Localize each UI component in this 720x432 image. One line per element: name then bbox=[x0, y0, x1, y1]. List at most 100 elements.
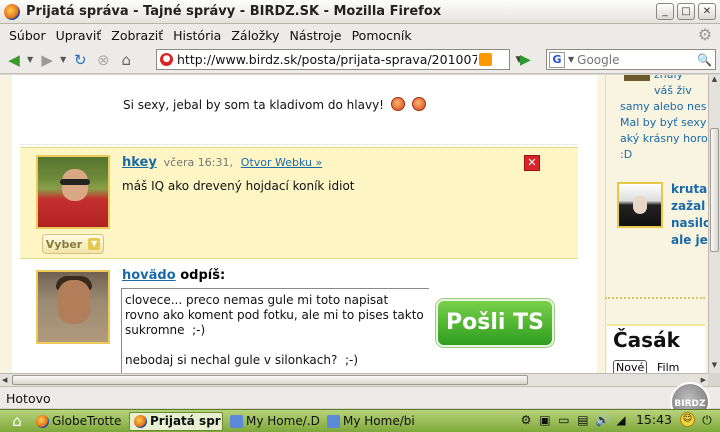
window-controls: _ □ ✕ bbox=[656, 3, 716, 20]
volume-icon[interactable]: 🔊 bbox=[595, 413, 610, 427]
window-title: Prijatá správa - Tajné správy - BIRDZ.SK… bbox=[26, 4, 442, 19]
menu-pomocnik[interactable]: Pomocník bbox=[347, 28, 417, 43]
author-link[interactable]: hovädo bbox=[122, 268, 176, 283]
angry-emoticon-icon bbox=[411, 97, 426, 111]
taskbar-item-my-home-bi[interactable]: My Home/bi bbox=[323, 412, 417, 431]
forward-dropdown-icon[interactable]: ▼ bbox=[60, 55, 66, 64]
message-text: máš IQ ako drevený hojdací koník idiot bbox=[122, 179, 355, 193]
close-icon[interactable]: ✕ bbox=[524, 155, 540, 171]
status-bar: Hotovo bbox=[0, 386, 720, 408]
taskbar-item-globetrotter[interactable]: GlobeTrotte bbox=[32, 412, 126, 431]
sidebar-text[interactable]: samy alebo nes bbox=[620, 99, 706, 115]
home-icon[interactable]: ⌂ bbox=[116, 50, 136, 70]
battery-icon[interactable]: ▭ bbox=[557, 413, 571, 427]
message-header: hkey včera 16:31, Otvor Webku » bbox=[122, 155, 322, 170]
reply-textarea[interactable]: clovece... preco nemas gule mi toto napi… bbox=[121, 288, 429, 373]
url-bar[interactable]: ● http://www.birdz.sk/posta/prijata-spra… bbox=[156, 49, 510, 70]
firefox-icon bbox=[4, 3, 20, 20]
rss-feed-icon[interactable] bbox=[479, 53, 492, 66]
select-button[interactable]: Vyber ▼ bbox=[42, 234, 104, 254]
throbber-icon: ⚙ bbox=[697, 25, 713, 44]
select-label: Vyber bbox=[45, 237, 83, 251]
scroll-down-icon[interactable]: ▼ bbox=[709, 361, 720, 373]
folder-icon bbox=[327, 414, 340, 428]
reload-icon[interactable]: ↻ bbox=[70, 50, 90, 70]
firefox-icon bbox=[36, 414, 49, 428]
scroll-left-icon[interactable]: ◀ bbox=[2, 374, 7, 386]
search-icon[interactable]: 🔍 bbox=[697, 53, 712, 67]
vertical-scrollbar[interactable]: ▲ ▼ bbox=[708, 75, 720, 373]
clipboard-icon[interactable]: ▤ bbox=[576, 413, 590, 427]
smiley-icon[interactable]: ☺ bbox=[680, 412, 695, 427]
menu-subor[interactable]: Súbor bbox=[4, 28, 51, 43]
display-icon[interactable]: ▣ bbox=[538, 413, 552, 427]
casak-title: Časák bbox=[613, 328, 680, 352]
window-titlebar[interactable]: Prijatá správa - Tajné správy - BIRDZ.SK… bbox=[0, 0, 720, 24]
send-button[interactable]: Pošli TS bbox=[436, 299, 554, 347]
firefox-icon bbox=[134, 414, 147, 428]
sidebar-text[interactable]: aký krásny horo bbox=[620, 131, 708, 147]
clock[interactable]: 15:43 bbox=[636, 412, 672, 427]
received-message: Vyber ▼ hkey včera 16:31, Otvor Webku » … bbox=[20, 147, 578, 259]
network-icon[interactable]: ⚙ bbox=[519, 413, 533, 427]
home-icon[interactable]: ⌂ bbox=[6, 412, 28, 430]
search-bar[interactable]: G ▼ 🔍 bbox=[546, 49, 716, 70]
scroll-right-icon[interactable]: ▶ bbox=[701, 374, 706, 386]
menu-zobrazit[interactable]: Zobraziť bbox=[106, 28, 168, 43]
sidebar-text[interactable]: Mal by byť sexy bbox=[620, 115, 706, 131]
sidebar-text[interactable]: :D bbox=[620, 147, 632, 163]
menu-historia[interactable]: História bbox=[168, 28, 226, 43]
menu-nastroje[interactable]: Nástroje bbox=[284, 28, 346, 43]
right-sidebar: znalý váš živ samy alebo nes Mal by byť … bbox=[597, 75, 708, 373]
minimize-button[interactable]: _ bbox=[656, 3, 674, 20]
sidebar-text[interactable]: znalý bbox=[654, 75, 683, 83]
taskbar-item-my-home-d[interactable]: My Home/.D bbox=[226, 412, 320, 431]
tab-nove[interactable]: Nové bbox=[613, 360, 648, 373]
reply-header: hovädo odpíš: bbox=[122, 268, 225, 283]
stop-icon[interactable]: ⊗ bbox=[93, 50, 113, 70]
author-link[interactable]: hkey bbox=[122, 155, 157, 170]
message-text: Si sexy, jebal by som ta kladivom do hla… bbox=[123, 97, 426, 112]
go-arrow-icon[interactable]: ▶ bbox=[520, 50, 536, 70]
wifi-icon[interactable]: ◢ bbox=[614, 413, 628, 427]
search-input[interactable] bbox=[577, 52, 688, 67]
google-engine-icon[interactable]: G bbox=[549, 51, 565, 68]
site-favicon-icon: ● bbox=[160, 53, 173, 66]
open-web-link[interactable]: Otvor Webku » bbox=[241, 156, 322, 169]
page-viewport: Si sexy, jebal by som ta kladivom do hla… bbox=[0, 75, 708, 373]
chevron-down-icon: ▼ bbox=[88, 238, 101, 250]
engine-dropdown-icon[interactable]: ▼ bbox=[568, 55, 574, 64]
back-arrow-icon[interactable]: ◀ bbox=[4, 50, 24, 70]
close-button[interactable]: ✕ bbox=[698, 3, 716, 20]
scrollbar-thumb[interactable] bbox=[12, 375, 528, 385]
thumbnail[interactable] bbox=[624, 75, 650, 81]
scrollbar-thumb[interactable] bbox=[710, 128, 719, 252]
avatar[interactable] bbox=[36, 270, 110, 344]
sidebar-post-title[interactable]: kruta zažal nasilo ale je bbox=[671, 181, 708, 249]
reply-form: hovädo odpíš: clovece... preco nemas gul… bbox=[20, 261, 578, 373]
divider bbox=[605, 297, 705, 299]
message-time: včera 16:31, bbox=[163, 156, 233, 169]
power-icon[interactable]: ⏻ bbox=[700, 413, 714, 427]
folder-icon bbox=[230, 414, 243, 428]
taskbar: ⌂ GlobeTrotte Prijatá spr My Home/.D My … bbox=[0, 409, 720, 432]
scroll-up-icon[interactable]: ▲ bbox=[709, 75, 720, 87]
forward-arrow-icon[interactable]: ▶ bbox=[37, 50, 57, 70]
tab-film[interactable]: Film bbox=[657, 361, 679, 373]
thumbnail[interactable] bbox=[617, 182, 663, 228]
back-dropdown-icon[interactable]: ▼ bbox=[27, 55, 33, 64]
sidebar-text[interactable]: váš živ bbox=[654, 83, 692, 99]
system-tray: ⚙ ▣ ▭ ▤ 🔊 ◢ 15:43 ☺ ⏻ bbox=[519, 412, 714, 427]
angry-emoticon-icon bbox=[390, 97, 405, 111]
taskbar-item-prijata-sprava[interactable]: Prijatá spr bbox=[129, 411, 223, 431]
url-text[interactable]: http://www.birdz.sk/posta/prijata-sprava… bbox=[177, 52, 477, 67]
maximize-button[interactable]: □ bbox=[677, 3, 695, 20]
menu-zalozky[interactable]: Záložky bbox=[226, 28, 284, 43]
horizontal-scrollbar[interactable]: ◀ ▶ bbox=[0, 373, 708, 386]
main-column: Si sexy, jebal by som ta kladivom do hla… bbox=[0, 75, 597, 373]
avatar[interactable] bbox=[36, 155, 110, 229]
menu-upravit[interactable]: Upraviť bbox=[51, 28, 107, 43]
status-text: Hotovo bbox=[6, 391, 51, 406]
casak-widget: Časák Nové Film bbox=[607, 324, 705, 373]
navigation-toolbar: ◀ ▼ ▶ ▼ ↻ ⊗ ⌂ ● http://www.birdz.sk/post… bbox=[0, 46, 720, 74]
